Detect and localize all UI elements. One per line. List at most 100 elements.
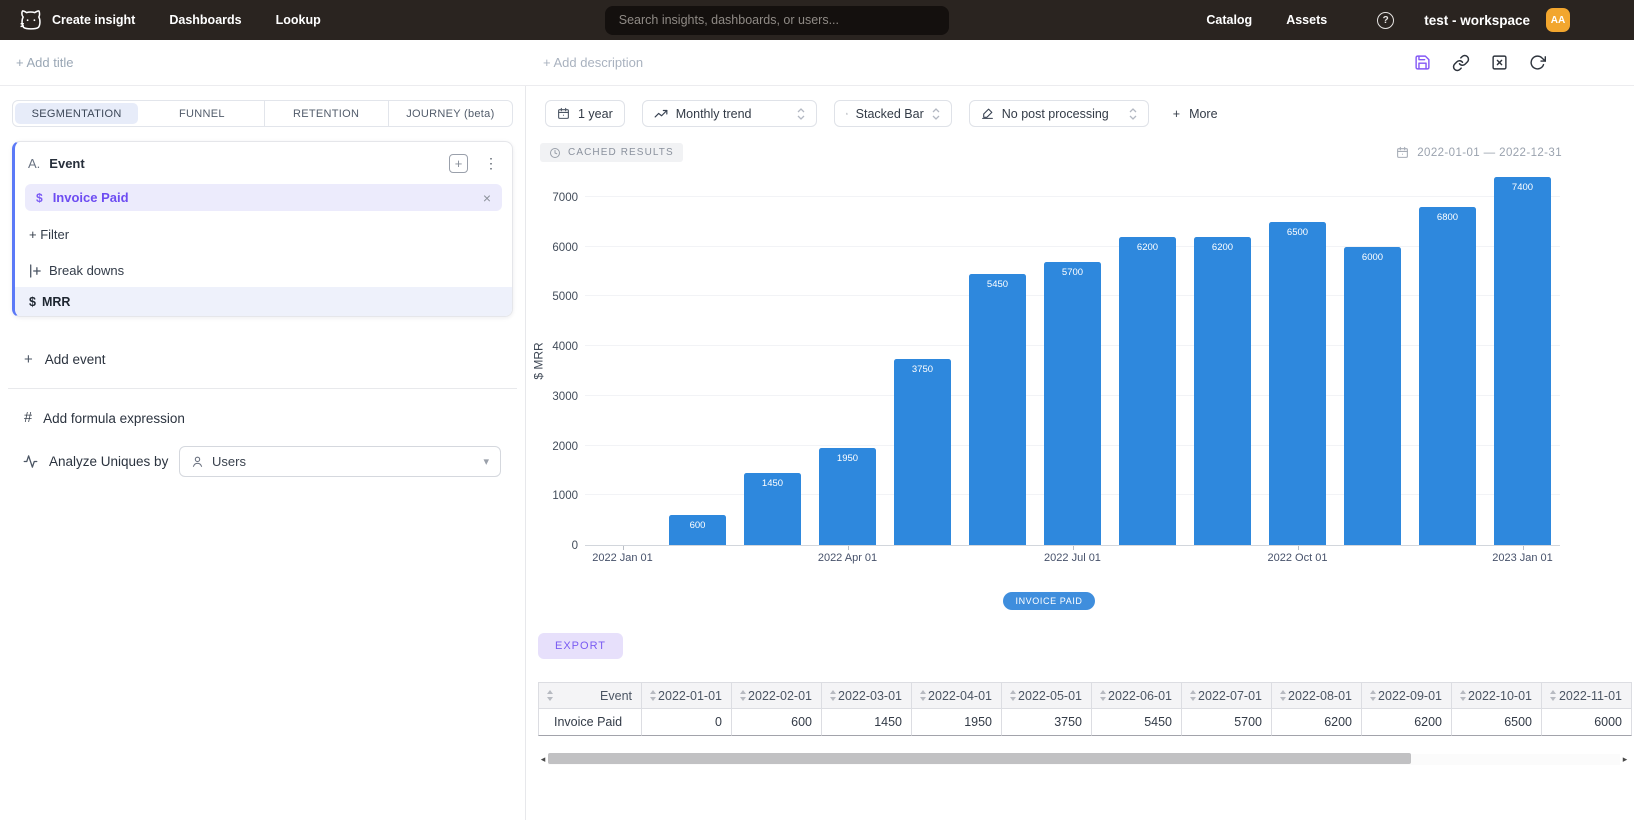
app-logo[interactable] bbox=[10, 7, 52, 33]
chart-bar-2022-03-01[interactable]: 1450 bbox=[744, 473, 801, 545]
x-axis-tick bbox=[848, 546, 849, 550]
column-header-2022-11-01[interactable]: 2022-11-01 bbox=[1542, 682, 1632, 709]
horizontal-scrollbar[interactable]: ◂ ▸ bbox=[538, 753, 1630, 766]
bar-value-label: 6800 bbox=[1419, 212, 1476, 223]
x-axis-tick-label: 2022 Jul 01 bbox=[1013, 552, 1133, 564]
add-event-button[interactable]: + Add event bbox=[12, 351, 513, 368]
result-date-range: 2022-01-01 — 2022-12-31 bbox=[1396, 146, 1562, 159]
trend-select-value: Monthly trend bbox=[676, 107, 752, 121]
more-options-button[interactable]: + More bbox=[1173, 107, 1218, 121]
export-button[interactable]: EXPORT bbox=[538, 633, 623, 659]
tab-journey-beta[interactable]: JOURNEY (beta) bbox=[388, 101, 512, 126]
chart-bar-2022-08-01[interactable]: 6200 bbox=[1119, 237, 1176, 545]
chart-bar-2023-01-01[interactable]: 7400 bbox=[1494, 177, 1551, 545]
nav-link-lookup[interactable]: Lookup bbox=[276, 13, 321, 27]
hash-icon: # bbox=[24, 410, 32, 426]
workspace-name[interactable]: test - workspace bbox=[1424, 13, 1530, 28]
column-header-2022-08-01[interactable]: 2022-08-01 bbox=[1272, 682, 1362, 709]
breakdowns-button[interactable]: Break downs bbox=[15, 242, 512, 287]
avatar[interactable]: AA bbox=[1546, 8, 1570, 32]
chart-bar-2022-12-01[interactable]: 6800 bbox=[1419, 207, 1476, 545]
breakdown-property-name: MRR bbox=[42, 295, 70, 309]
event-group-menu-icon[interactable]: ⋮ bbox=[484, 155, 498, 172]
query-builder-panel: SEGMENTATIONFUNNELRETENTIONJOURNEY (beta… bbox=[0, 86, 526, 820]
column-header-2022-03-01[interactable]: 2022-03-01 bbox=[822, 682, 912, 709]
chart-bar-2022-07-01[interactable]: 5700 bbox=[1044, 262, 1101, 545]
search-input[interactable] bbox=[605, 6, 949, 35]
global-search bbox=[605, 6, 949, 35]
scroll-left-arrow-icon[interactable]: ◂ bbox=[538, 753, 548, 766]
chart-bar-2022-05-01[interactable]: 3750 bbox=[894, 359, 951, 545]
scroll-right-arrow-icon[interactable]: ▸ bbox=[1620, 753, 1630, 766]
add-formula-button[interactable]: # Add formula expression bbox=[12, 410, 513, 426]
add-description-button[interactable]: + Add description bbox=[543, 55, 643, 70]
sort-icon bbox=[1549, 690, 1557, 701]
nav-link-catalog[interactable]: Catalog bbox=[1206, 13, 1252, 27]
add-filter-button[interactable]: + Filter bbox=[15, 211, 512, 242]
x-axis-tick-label: 2023 Jan 01 bbox=[1463, 552, 1583, 564]
column-header-2022-01-01[interactable]: 2022-01-01 bbox=[642, 682, 732, 709]
date-range-button[interactable]: 1 year bbox=[545, 100, 625, 127]
add-title-button[interactable]: + Add title bbox=[16, 55, 73, 70]
bar-value-label: 3750 bbox=[894, 364, 951, 375]
scrollbar-thumb[interactable] bbox=[548, 753, 1411, 764]
chevron-updown-icon bbox=[1129, 107, 1137, 121]
tab-funnel[interactable]: FUNNEL bbox=[140, 101, 263, 126]
chart-bar-2022-06-01[interactable]: 5450 bbox=[969, 274, 1026, 545]
plus-icon: + bbox=[1173, 107, 1180, 121]
column-header-event[interactable]: Event bbox=[538, 682, 642, 709]
activity-icon bbox=[22, 454, 39, 469]
x-axis-tick bbox=[1523, 546, 1524, 550]
chart-bar-2022-10-01[interactable]: 6500 bbox=[1269, 222, 1326, 545]
date-range-button-label: 1 year bbox=[578, 107, 613, 121]
column-header-2022-10-01[interactable]: 2022-10-01 bbox=[1452, 682, 1542, 709]
chart-type-select[interactable]: Stacked Bar bbox=[834, 100, 952, 127]
results-status-row: CACHED RESULTS 2022-01-01 — 2022-12-31 bbox=[540, 143, 1562, 162]
table-data-row: Invoice Paid0600145019503750545057006200… bbox=[538, 709, 1632, 736]
column-header-2022-02-01[interactable]: 2022-02-01 bbox=[732, 682, 822, 709]
x-axis-tick-label: 2022 Jan 01 bbox=[563, 552, 683, 564]
nav-link-assets[interactable]: Assets bbox=[1286, 13, 1327, 27]
remove-event-icon[interactable]: × bbox=[483, 190, 491, 206]
chart-bar-2022-02-01[interactable]: 600 bbox=[669, 515, 726, 545]
y-axis-tick-label: 2000 bbox=[552, 441, 578, 453]
column-header-2022-05-01[interactable]: 2022-05-01 bbox=[1002, 682, 1092, 709]
sidebar-divider bbox=[8, 388, 517, 389]
tab-segmentation[interactable]: SEGMENTATION bbox=[15, 103, 138, 124]
save-icon[interactable] bbox=[1414, 54, 1431, 71]
tab-retention[interactable]: RETENTION bbox=[264, 101, 388, 126]
sort-icon bbox=[1099, 690, 1107, 701]
duplicate-event-button[interactable]: + bbox=[449, 154, 468, 173]
refresh-icon[interactable] bbox=[1529, 54, 1546, 71]
chart-bar-2022-11-01[interactable]: 6000 bbox=[1344, 247, 1401, 545]
analyze-by-select[interactable]: Users ▾ bbox=[179, 446, 501, 477]
chart-bar-2022-04-01[interactable]: 1950 bbox=[819, 448, 876, 545]
breakdown-property-row[interactable]: $ MRR bbox=[15, 287, 512, 316]
y-axis-ticks: 01000200030004000500060007000 bbox=[538, 178, 578, 546]
column-header-2022-06-01[interactable]: 2022-06-01 bbox=[1092, 682, 1182, 709]
nav-link-create-insight[interactable]: Create insight bbox=[52, 13, 135, 27]
column-header-2022-07-01[interactable]: 2022-07-01 bbox=[1182, 682, 1272, 709]
results-panel: 1 year Monthly trend Stacked Bar No post… bbox=[526, 86, 1634, 820]
close-square-icon[interactable] bbox=[1491, 54, 1508, 71]
sort-icon bbox=[649, 690, 657, 701]
y-axis-tick-label: 4000 bbox=[552, 341, 578, 353]
value-cell: 0 bbox=[642, 709, 732, 736]
calendar-icon bbox=[1396, 146, 1409, 159]
column-header-2022-09-01[interactable]: 2022-09-01 bbox=[1362, 682, 1452, 709]
column-header-label: 2022-07-01 bbox=[1198, 689, 1262, 703]
nav-link-dashboards[interactable]: Dashboards bbox=[169, 13, 241, 27]
chart-legend: INVOICE PAID bbox=[538, 592, 1560, 610]
copy-link-icon[interactable] bbox=[1452, 54, 1470, 72]
top-navigation-bar: Create insight Dashboards Lookup Catalog As… bbox=[0, 0, 1634, 40]
header-actions bbox=[1414, 54, 1618, 72]
help-icon[interactable]: ? bbox=[1377, 12, 1394, 29]
column-header-2022-04-01[interactable]: 2022-04-01 bbox=[912, 682, 1002, 709]
trend-select[interactable]: Monthly trend bbox=[642, 100, 817, 127]
chart-bar-2022-09-01[interactable]: 6200 bbox=[1194, 237, 1251, 545]
selected-event-row[interactable]: $ Invoice Paid × bbox=[25, 184, 502, 211]
post-processing-select[interactable]: No post processing bbox=[969, 100, 1149, 127]
value-cell: 1950 bbox=[912, 709, 1002, 736]
legend-item-invoice-paid[interactable]: INVOICE PAID bbox=[1003, 592, 1094, 610]
bar-chart-icon bbox=[846, 107, 848, 120]
